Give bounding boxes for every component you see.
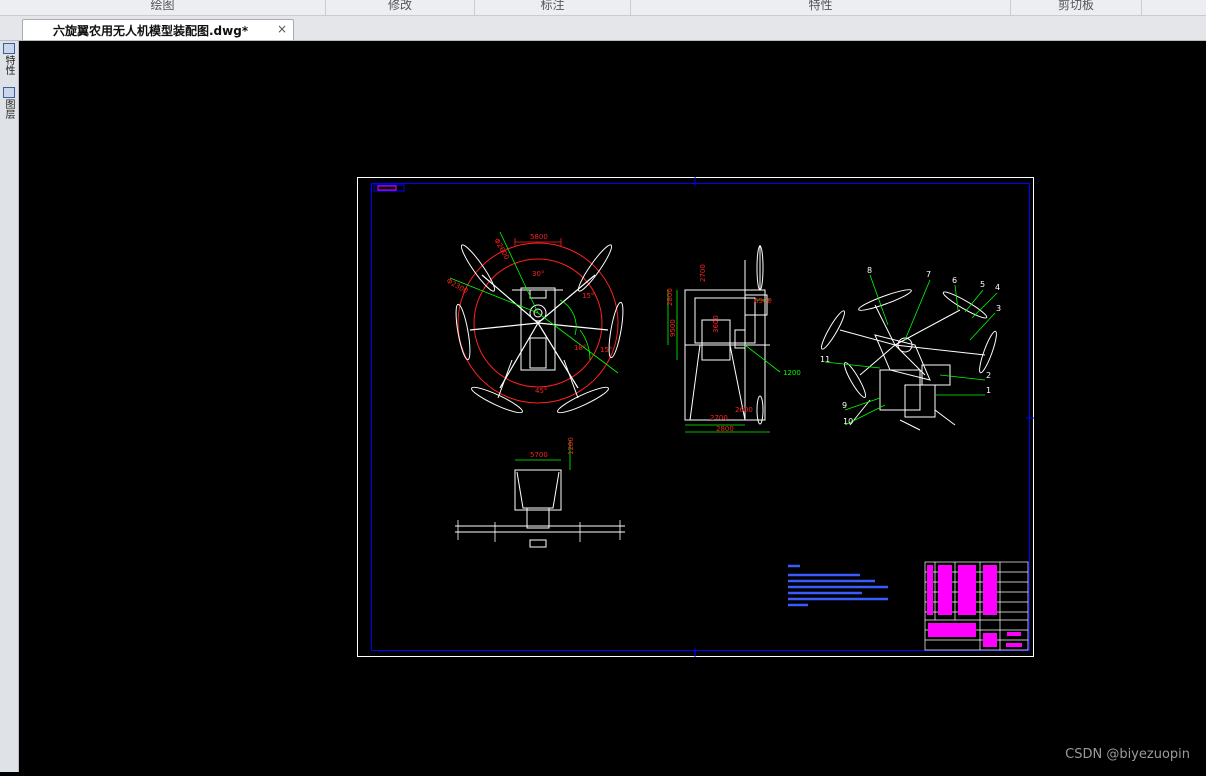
fuselage	[520, 287, 556, 371]
watermark: CSDN @biyezuopin	[1065, 747, 1190, 762]
svg-text:1200: 1200	[567, 437, 575, 455]
svg-text:5: 5	[980, 280, 985, 289]
svg-text:2800: 2800	[666, 288, 674, 306]
svg-text:5800: 5800	[530, 233, 548, 241]
svg-text:2600: 2600	[735, 406, 753, 414]
document-tab[interactable]: 六旋翼农用无人机模型装配图.dwg* ×	[22, 19, 294, 40]
svg-text:7: 7	[926, 270, 931, 279]
document-tab-bar: 六旋翼农用无人机模型装配图.dwg* ×	[0, 16, 1206, 41]
svg-text:3600: 3600	[712, 315, 720, 333]
svg-text:45°: 45°	[535, 387, 547, 395]
title-block-text	[927, 565, 1022, 647]
top-view: 5800 Φ2600 Φ2300 30° 15° 45° 18° 15°	[445, 231, 624, 414]
ribbon-group-clipboard[interactable]: 剪切板	[1011, 0, 1142, 15]
svg-text:6500: 6500	[754, 297, 772, 305]
svg-text:15°: 15°	[600, 346, 612, 354]
svg-text:11: 11	[820, 355, 830, 364]
svg-text:15°: 15°	[582, 292, 594, 300]
document-tab-title: 六旋翼农用无人机模型装配图.dwg*	[53, 24, 249, 38]
svg-text:3: 3	[996, 304, 1001, 313]
layers-icon	[2, 87, 15, 98]
svg-text:18°: 18°	[574, 344, 586, 352]
top-leaders	[449, 231, 619, 374]
svg-text:2700: 2700	[699, 264, 707, 282]
properties-icon	[2, 43, 15, 54]
svg-text:2: 2	[986, 371, 991, 380]
side-view: 2700 6500 9500 3600 2600 1200 2700 2800 …	[666, 245, 801, 433]
drawing-number-text	[377, 185, 397, 191]
front-view: 5700 1200	[455, 437, 625, 548]
ribbon-group-draw[interactable]: 绘图	[0, 0, 326, 15]
isometric-view: 8 7 6 5 4 3 2 1 11 9 10	[820, 266, 1001, 431]
svg-text:2800: 2800	[716, 425, 734, 433]
tank	[529, 337, 547, 369]
close-icon[interactable]: ×	[277, 22, 287, 36]
layers-palette-button[interactable]: 图层	[1, 87, 16, 122]
drawing-canvas[interactable]: 5800 Φ2600 Φ2300 30° 15° 45° 18° 15° 270…	[19, 41, 1206, 772]
drawing-svg: 5800 Φ2600 Φ2300 30° 15° 45° 18° 15° 270…	[357, 177, 1034, 657]
svg-text:Φ2300: Φ2300	[445, 277, 469, 296]
iso-leaders	[824, 274, 998, 426]
svg-text:5700: 5700	[530, 451, 548, 459]
properties-palette-button[interactable]: 特性	[1, 43, 16, 78]
svg-text:9: 9	[842, 401, 847, 410]
left-palette-strip: 特性 图层	[0, 41, 19, 772]
svg-text:30°: 30°	[532, 270, 544, 278]
ribbon: 绘图 修改 标注 特性 剪切板	[0, 0, 1206, 16]
technical-notes	[788, 564, 888, 607]
svg-text:6: 6	[952, 276, 957, 285]
ribbon-group-annotate[interactable]: 标注	[475, 0, 631, 15]
svg-text:8: 8	[867, 266, 872, 275]
ribbon-group-properties[interactable]: 特性	[631, 0, 1011, 15]
svg-text:9500: 9500	[669, 319, 677, 337]
svg-text:1: 1	[986, 386, 991, 395]
svg-text:4: 4	[995, 283, 1000, 292]
svg-text:2700: 2700	[710, 414, 728, 422]
ribbon-group-modify[interactable]: 修改	[326, 0, 475, 15]
svg-text:10: 10	[843, 417, 853, 426]
svg-text:1200: 1200	[783, 369, 801, 377]
